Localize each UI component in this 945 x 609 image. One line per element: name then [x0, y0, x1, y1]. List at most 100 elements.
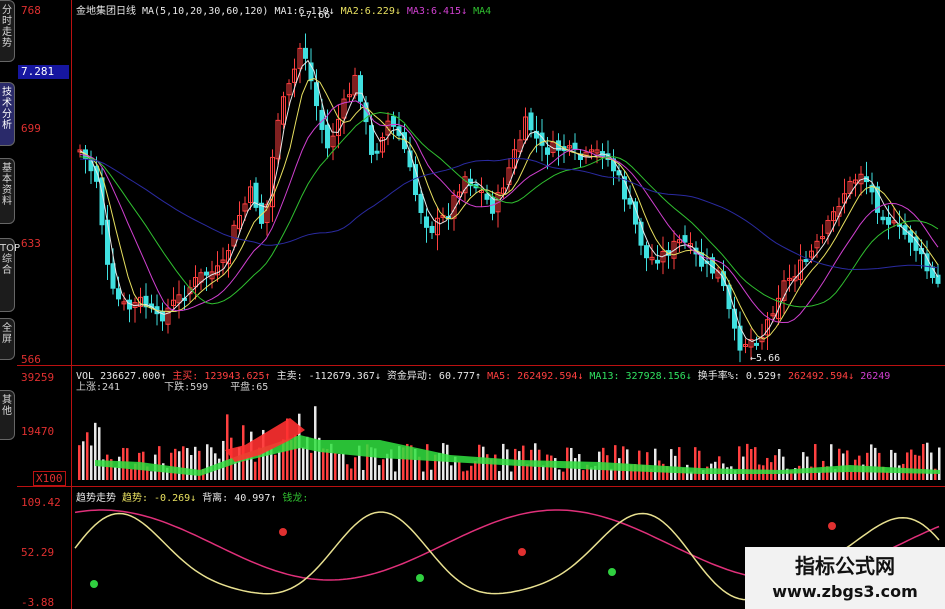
panel-divider-volume: [17, 365, 945, 366]
vol-label-max: 39259: [21, 371, 55, 384]
candle-body-123: [754, 342, 759, 346]
candle-body-100: [627, 197, 633, 205]
volume-bar-37: [226, 414, 229, 480]
volume-bar-98: [470, 465, 473, 480]
volume-bar-71: [362, 469, 365, 480]
candle-body-64: [429, 225, 435, 233]
qushi-readout: 趋势: -0.269↓: [122, 493, 197, 504]
volume-bar-120: [558, 469, 561, 480]
ma3-line: [79, 100, 939, 324]
volume-bar-69: [354, 457, 357, 480]
volume-bar-175: [778, 449, 781, 480]
osc-label-mid: 52.29: [21, 546, 55, 559]
volume-bar-36: [222, 440, 225, 480]
stock-title: 金地集团日线: [76, 6, 136, 17]
flat-count: 平盘:65: [230, 382, 269, 393]
volume-bar-215: [938, 447, 941, 480]
candle-body-103: [644, 245, 649, 259]
volume-bar-3: [90, 445, 93, 480]
oscillator-panel-header: 趋势走势 趋势: -0.269↓ 背离: 40.997↑ 钱龙:: [76, 489, 314, 504]
volume-bar-4: [94, 422, 97, 480]
tab-fullscreen[interactable]: 全屏: [0, 318, 15, 360]
volume-bar-181: [802, 452, 805, 480]
zijin-readout: 资金异动: 60.777↑: [386, 371, 482, 382]
qianlong-readout: 钱龙:: [282, 493, 309, 504]
volume-bar-64: [334, 453, 337, 480]
volume-bar-26: [182, 446, 185, 480]
candle-body-74: [484, 193, 490, 200]
volume-bar-9: [114, 466, 117, 480]
ma3-value: 6.415↓: [430, 6, 468, 17]
tab-fundamentals[interactable]: 基本资料: [0, 158, 15, 224]
volume-bar-190: [838, 448, 841, 480]
huanshou-readout: 换手率%: 0.529↑: [697, 371, 782, 382]
volume-bar-136: [622, 446, 625, 480]
volume-bar-66: [342, 453, 345, 480]
volume-bar-112: [526, 464, 529, 480]
volume-bar-65: [338, 453, 341, 480]
ma4-label: MA4: [473, 6, 492, 17]
volume-bar-61: [322, 448, 325, 480]
candle-body-82: [528, 112, 534, 131]
candle-body-51: [358, 75, 363, 102]
volume-bar-108: [510, 471, 513, 480]
zhumai2-readout: 主卖: -112679.367↓: [276, 371, 381, 382]
volume-bar-56: [302, 447, 305, 480]
volume-bar-124: [574, 458, 577, 480]
volume-bar-7: [106, 454, 109, 480]
volume-bar-25: [178, 451, 181, 480]
volume-bar-96: [462, 471, 465, 480]
volume-bar-193: [850, 471, 853, 480]
price-label-768: 768: [21, 4, 41, 17]
osc-signal-dot-5: [828, 522, 836, 530]
volume-bar-126: [582, 470, 585, 480]
current-price-box: 7.281: [18, 65, 69, 79]
osc-label-max: 109.42: [21, 496, 61, 509]
candle-body-7: [116, 288, 121, 300]
watermark: 指标公式网 www.zbgs3.com: [745, 547, 945, 609]
tab-intraday[interactable]: 分时走势: [0, 0, 15, 62]
tab-other[interactable]: 其他: [0, 390, 15, 440]
volume-bar-105: [498, 471, 501, 480]
candle-body-119: [732, 308, 737, 329]
osc-signal-dot-1: [279, 528, 287, 536]
volume-bar-199: [874, 447, 877, 480]
volume-bar-134: [614, 445, 617, 480]
volume-bar-167: [746, 443, 749, 480]
volume-bar-79: [394, 471, 397, 480]
osc-signal-dot-0: [90, 580, 98, 588]
volume-stats: 上涨:241 下跌:599 平盘:65: [76, 378, 274, 393]
volume-bar-95: [458, 461, 461, 480]
watermark-url: www.zbgs3.com: [772, 582, 918, 601]
price-label-633: 633: [21, 237, 41, 250]
high-marker: ←7.66: [300, 10, 331, 21]
candle-body-6: [110, 263, 116, 289]
candle-body-62: [418, 193, 424, 213]
ma1-line: [79, 59, 939, 342]
volume-bar-76: [382, 459, 385, 480]
volume-bar-49: [274, 454, 277, 480]
candle-body-105: [655, 259, 660, 264]
panel-divider-oscillator: [17, 486, 945, 487]
candle-body-54: [374, 150, 380, 154]
candle-body-41: [303, 47, 308, 59]
volume-bar-169: [754, 447, 757, 480]
volume-bar-20: [158, 446, 161, 480]
volume-bar-155: [698, 450, 701, 480]
volume-bar-1: [82, 441, 85, 480]
osc-signal-dot-2: [416, 574, 424, 582]
volume-bar-32: [206, 444, 209, 480]
volume-bar-0: [78, 445, 81, 480]
volume-bar-67: [346, 464, 349, 480]
volume-bar-5: [98, 427, 101, 480]
volume-bar-2: [86, 432, 89, 480]
volume-bar-168: [750, 449, 753, 480]
candle-body-45: [325, 124, 330, 149]
candle-body-63: [424, 216, 429, 228]
vol-label-mid: 19470: [21, 425, 55, 438]
ma4-line: [79, 111, 939, 308]
tab-technical-analysis[interactable]: 技术分析: [0, 82, 15, 146]
volume-bar-212: [926, 442, 929, 480]
tab-top-overview[interactable]: TOP综合: [0, 238, 20, 312]
volume-flow-green: [95, 435, 940, 476]
